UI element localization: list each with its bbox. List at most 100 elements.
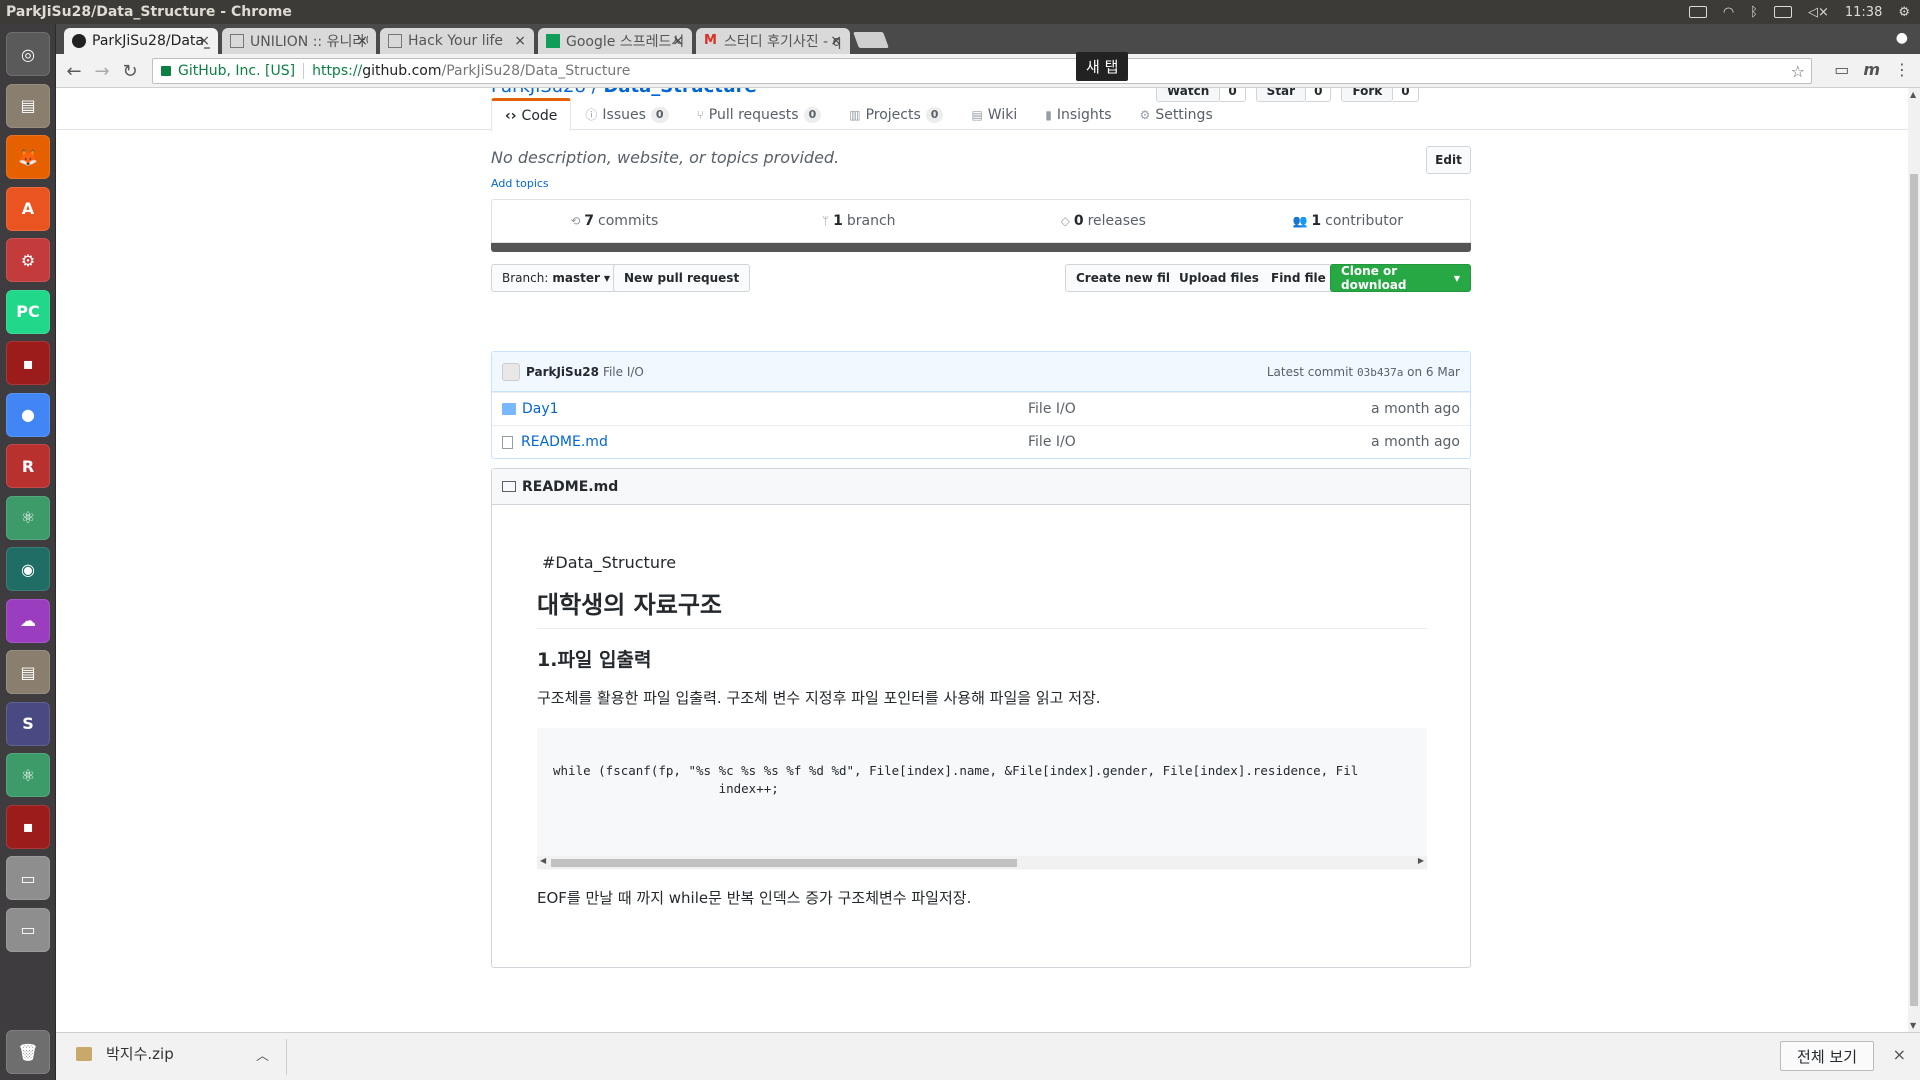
menu-icon[interactable]: ⋮ bbox=[1894, 60, 1910, 79]
trash-icon[interactable]: 🗑 bbox=[6, 1030, 50, 1074]
page-scrollbar[interactable]: ▲ ▼ bbox=[1908, 88, 1920, 1032]
keyboard-icon[interactable] bbox=[1688, 6, 1707, 18]
new-tab-button[interactable] bbox=[853, 32, 889, 48]
files-icon-glyph: ▤ bbox=[20, 96, 36, 115]
new-pull-request-button[interactable]: New pull request bbox=[613, 264, 751, 292]
window-title: ParkJiSu28/Data_Structure - Chrome bbox=[6, 4, 292, 20]
dropdown-caret-icon: ▼ bbox=[603, 273, 611, 283]
gitkraken-icon-glyph: ◉ bbox=[21, 559, 35, 579]
tab-settings[interactable]: ⚙ Settings bbox=[1126, 98, 1227, 130]
contributor-link[interactable]: 👥 1 contributor bbox=[1226, 200, 1471, 242]
code-scrollbar[interactable]: ◀ ▶ bbox=[537, 856, 1427, 869]
close-icon[interactable]: × bbox=[830, 33, 842, 49]
chrome-icon[interactable]: ● bbox=[6, 392, 50, 437]
software-center-icon[interactable]: A bbox=[6, 186, 50, 231]
reload-button[interactable]: ↻ bbox=[118, 59, 142, 83]
files-icon[interactable]: ▤ bbox=[6, 83, 50, 128]
m-extension-icon[interactable]: m bbox=[1863, 60, 1880, 79]
cloud-icon-glyph: ☁ bbox=[20, 611, 36, 630]
tab-gmail[interactable]: M 스터디 후기사진 - qk × bbox=[696, 28, 850, 54]
add-topics-link[interactable]: Add topics bbox=[491, 177, 549, 190]
ubuntu-dash-icon[interactable]: ◎ bbox=[6, 32, 50, 76]
scroll-left-icon[interactable]: ◀ bbox=[540, 856, 546, 865]
firefox-icon-glyph: 🦊 bbox=[18, 147, 38, 167]
download-item[interactable]: 박지수.zip bbox=[76, 1043, 174, 1064]
close-icon[interactable]: × bbox=[672, 33, 684, 49]
extension-icon[interactable]: ▭ bbox=[1834, 60, 1849, 79]
scroll-right-icon[interactable]: ▶ bbox=[1418, 856, 1424, 865]
close-icon[interactable]: × bbox=[1893, 1045, 1906, 1064]
close-icon[interactable]: × bbox=[356, 33, 368, 49]
find-file-button[interactable]: Find file bbox=[1261, 264, 1337, 292]
commit-author[interactable]: ParkJiSu28 bbox=[526, 365, 599, 379]
bookmark-star-icon[interactable]: ☆ bbox=[1791, 62, 1805, 81]
clone-download-button[interactable]: Clone or download ▼ bbox=[1330, 264, 1471, 292]
readme-paragraph: #Data_Structure bbox=[542, 553, 677, 572]
commit-sha[interactable]: 03b437a bbox=[1357, 366, 1403, 379]
pycharm-icon[interactable]: PC bbox=[6, 289, 50, 334]
volume-icon[interactable]: ◁× bbox=[1808, 5, 1829, 20]
commits-label: commits bbox=[598, 213, 659, 229]
wifi-icon[interactable]: ◠ bbox=[1723, 5, 1734, 20]
battery-icon[interactable] bbox=[1773, 6, 1792, 18]
file-commit-message[interactable]: File I/O bbox=[1028, 434, 1076, 450]
close-icon[interactable]: × bbox=[198, 33, 210, 49]
commits-link[interactable]: ⟲ 7 commits bbox=[492, 200, 737, 242]
file-name-link[interactable]: README.md bbox=[521, 434, 608, 450]
scrollbar-thumb[interactable] bbox=[1910, 174, 1918, 1006]
close-icon[interactable]: × bbox=[514, 33, 526, 49]
sublime-icon[interactable]: S bbox=[6, 701, 50, 746]
upload-files-button[interactable]: Upload files bbox=[1169, 264, 1270, 292]
tab-projects[interactable]: ▥ Projects 0 bbox=[835, 98, 957, 130]
tab-github[interactable]: ParkJiSu28/Data_S × bbox=[64, 28, 218, 54]
tab-wiki[interactable]: ▤ Wiki bbox=[957, 98, 1031, 130]
tab-insights[interactable]: ▮ Insights bbox=[1031, 98, 1125, 130]
terminal-icon-2[interactable]: ▪ bbox=[6, 804, 50, 849]
drive-icon-2[interactable]: ▭ bbox=[6, 907, 50, 952]
avatar[interactable] bbox=[502, 362, 520, 381]
forward-button[interactable]: → bbox=[90, 59, 114, 83]
rstudio-icon[interactable]: R bbox=[6, 444, 50, 488]
scrollbar-thumb[interactable] bbox=[551, 859, 1017, 867]
atom-icon[interactable]: ⚛ bbox=[6, 495, 50, 540]
scroll-down-icon[interactable]: ▼ bbox=[1910, 1021, 1916, 1030]
edit-button[interactable]: Edit bbox=[1426, 146, 1471, 174]
file-commit-message[interactable]: File I/O bbox=[1028, 401, 1076, 417]
cloud-icon[interactable]: ☁ bbox=[6, 598, 50, 643]
branch-select-button[interactable]: Branch: master ▼ bbox=[491, 264, 622, 292]
readme-paragraph: EOF를 만날 때 까지 while문 반복 인덱스 증가 구조체변수 파일저장… bbox=[537, 889, 972, 907]
atom-icon-2[interactable]: ⚛ bbox=[6, 753, 50, 797]
drive-icon[interactable]: ▭ bbox=[6, 856, 50, 900]
files-icon-2[interactable]: ▤ bbox=[6, 650, 50, 694]
repo-description: No description, website, or topics provi… bbox=[491, 148, 840, 167]
settings-gear-icon[interactable]: ⚙ bbox=[1898, 5, 1910, 20]
tab-pull-requests[interactable]: ⑂ Pull requests 0 bbox=[683, 98, 836, 130]
show-all-button[interactable]: 전체 보기 bbox=[1780, 1041, 1874, 1071]
repo-owner-link[interactable]: ParkJiSu28 bbox=[491, 88, 586, 97]
file-name-link[interactable]: Day1 bbox=[522, 401, 559, 417]
language-bar[interactable] bbox=[491, 243, 1471, 252]
system-settings-icon-glyph: ⚙ bbox=[20, 250, 36, 270]
tab-unilion[interactable]: UNILION :: 유니라이 × bbox=[222, 28, 376, 54]
chevron-up-icon[interactable]: ︿ bbox=[256, 1045, 269, 1064]
tab-code[interactable]: ‹› Code bbox=[491, 98, 572, 131]
tab-google-sheets[interactable]: Google 스프레드시트 × bbox=[538, 28, 692, 54]
tab-issues[interactable]: ⓘ Issues 0 bbox=[571, 98, 682, 130]
sheets-icon bbox=[546, 34, 560, 48]
back-button[interactable]: ← bbox=[62, 59, 86, 83]
firefox-icon[interactable]: 🦊 bbox=[6, 135, 50, 179]
branch-link[interactable]: ᛘ 1 branch bbox=[737, 200, 982, 242]
releases-link[interactable]: ◇ 0 releases bbox=[981, 200, 1226, 242]
tab-hack-your-life[interactable]: Hack Your life × bbox=[380, 28, 534, 54]
commit-message[interactable]: File I/O bbox=[603, 365, 644, 379]
repo-name-link[interactable]: Data_Structure bbox=[603, 88, 756, 97]
clock[interactable]: 11:38 bbox=[1845, 5, 1882, 20]
profile-icon[interactable]: ● bbox=[1896, 30, 1908, 46]
terminal-icon[interactable]: ▪ bbox=[6, 341, 50, 385]
system-settings-icon[interactable]: ⚙ bbox=[6, 238, 50, 282]
scroll-up-icon[interactable]: ▲ bbox=[1910, 90, 1916, 99]
address-bar[interactable]: GitHub, Inc. [US] https:// github.com /P… bbox=[152, 58, 1812, 84]
bluetooth-icon[interactable]: ᛒ bbox=[1750, 5, 1758, 20]
code-block: while (fscanf(fp, "%s %c %s %s %f %d %d"… bbox=[537, 728, 1427, 870]
gitkraken-icon[interactable]: ◉ bbox=[6, 547, 50, 591]
